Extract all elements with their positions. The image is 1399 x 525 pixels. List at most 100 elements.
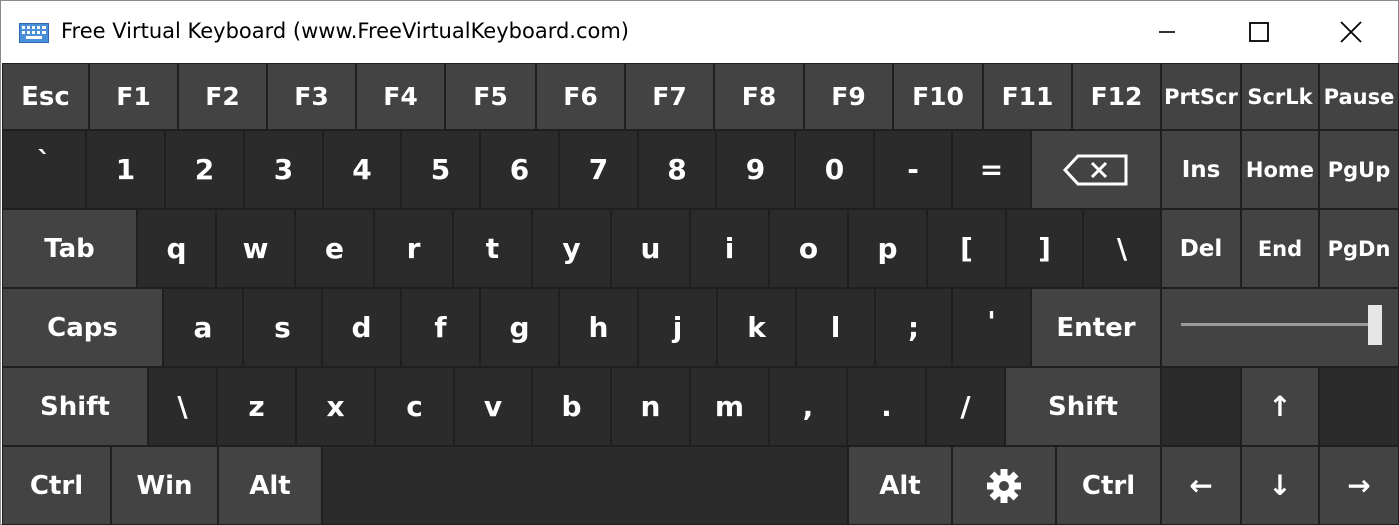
- key-f3[interactable]: F3: [267, 63, 356, 130]
- key-k[interactable]: k: [717, 288, 796, 367]
- key-backspace[interactable]: [1031, 130, 1161, 209]
- key-f7[interactable]: F7: [625, 63, 714, 130]
- key-space[interactable]: [322, 446, 848, 525]
- key-8[interactable]: 8: [638, 130, 716, 209]
- key-f1[interactable]: F1: [89, 63, 178, 130]
- key-f9[interactable]: F9: [804, 63, 893, 130]
- key-caps[interactable]: Caps: [2, 288, 163, 367]
- key-backslash-2[interactable]: \: [148, 367, 217, 446]
- slider-track[interactable]: [1181, 323, 1376, 326]
- key-minus[interactable]: -: [874, 130, 952, 209]
- key-i[interactable]: i: [690, 209, 769, 288]
- key-right-bracket[interactable]: ]: [1006, 209, 1083, 288]
- key-a[interactable]: a: [163, 288, 243, 367]
- key-t[interactable]: t: [453, 209, 532, 288]
- key-home[interactable]: Home: [1241, 130, 1319, 209]
- key-f2[interactable]: F2: [178, 63, 267, 130]
- key-period[interactable]: .: [847, 367, 926, 446]
- key-f10[interactable]: F10: [893, 63, 983, 130]
- key-equals[interactable]: =: [952, 130, 1031, 209]
- key-tab[interactable]: Tab: [2, 209, 137, 288]
- key-prtscr[interactable]: PrtScr: [1161, 63, 1241, 130]
- key-u[interactable]: u: [611, 209, 690, 288]
- key-left-alt[interactable]: Alt: [218, 446, 322, 525]
- settings-button[interactable]: [952, 446, 1056, 525]
- key-e[interactable]: e: [295, 209, 374, 288]
- close-icon: [1340, 21, 1362, 43]
- key-1[interactable]: 1: [86, 130, 165, 209]
- keyboard: Esc F1 F2 F3 F4 F5 F6 F7 F8 F9 F10 F11 F…: [2, 63, 1399, 525]
- key-7[interactable]: 7: [559, 130, 638, 209]
- key-semicolon[interactable]: ;: [875, 288, 952, 367]
- key-left-ctrl[interactable]: Ctrl: [2, 446, 111, 525]
- key-6[interactable]: 6: [480, 130, 559, 209]
- key-backtick[interactable]: `: [2, 130, 86, 209]
- key-comma[interactable]: ,: [769, 367, 847, 446]
- key-ins[interactable]: Ins: [1161, 130, 1241, 209]
- key-pgdn[interactable]: PgDn: [1319, 209, 1399, 288]
- key-3[interactable]: 3: [244, 130, 323, 209]
- key-h[interactable]: h: [559, 288, 638, 367]
- key-left-shift[interactable]: Shift: [2, 367, 148, 446]
- key-p[interactable]: p: [848, 209, 927, 288]
- key-f6[interactable]: F6: [536, 63, 625, 130]
- keyboard-icon: [19, 23, 49, 43]
- key-f11[interactable]: F11: [983, 63, 1072, 130]
- key-left-arrow[interactable]: ←: [1161, 446, 1241, 525]
- key-g[interactable]: g: [480, 288, 559, 367]
- key-down-arrow[interactable]: ↓: [1241, 446, 1319, 525]
- volume-slider[interactable]: [1161, 288, 1399, 367]
- key-w[interactable]: w: [216, 209, 295, 288]
- key-n[interactable]: n: [611, 367, 690, 446]
- key-quote[interactable]: ': [952, 288, 1031, 367]
- key-v[interactable]: v: [454, 367, 532, 446]
- slider-thumb[interactable]: [1368, 305, 1382, 345]
- maximize-button[interactable]: [1213, 1, 1305, 63]
- window-title: Free Virtual Keyboard (www.FreeVirtualKe…: [61, 19, 630, 43]
- key-0[interactable]: 0: [795, 130, 874, 209]
- key-right-ctrl[interactable]: Ctrl: [1056, 446, 1161, 525]
- key-9[interactable]: 9: [716, 130, 795, 209]
- key-up[interactable]: ↑: [1241, 367, 1319, 446]
- key-backslash[interactable]: \: [1083, 209, 1161, 288]
- key-j[interactable]: j: [638, 288, 717, 367]
- key-f8[interactable]: F8: [714, 63, 804, 130]
- key-slash[interactable]: /: [926, 367, 1005, 446]
- key-enter[interactable]: Enter: [1031, 288, 1161, 367]
- title-bar[interactable]: Free Virtual Keyboard (www.FreeVirtualKe…: [1, 1, 1398, 63]
- key-2[interactable]: 2: [165, 130, 244, 209]
- key-right-shift[interactable]: Shift: [1005, 367, 1161, 446]
- key-4[interactable]: 4: [323, 130, 401, 209]
- key-end[interactable]: End: [1241, 209, 1319, 288]
- key-scrlk[interactable]: ScrLk: [1241, 63, 1319, 130]
- key-right-arrow[interactable]: →: [1319, 446, 1399, 525]
- key-q[interactable]: q: [137, 209, 216, 288]
- key-d[interactable]: d: [322, 288, 401, 367]
- key-left-bracket[interactable]: [: [927, 209, 1006, 288]
- close-button[interactable]: [1305, 1, 1397, 63]
- key-b[interactable]: b: [532, 367, 611, 446]
- key-del[interactable]: Del: [1161, 209, 1241, 288]
- key-right-alt[interactable]: Alt: [848, 446, 952, 525]
- key-x[interactable]: x: [296, 367, 375, 446]
- key-esc[interactable]: Esc: [2, 63, 89, 130]
- key-f[interactable]: f: [401, 288, 480, 367]
- key-5[interactable]: 5: [401, 130, 480, 209]
- key-f12[interactable]: F12: [1072, 63, 1161, 130]
- minimize-button[interactable]: [1121, 1, 1213, 63]
- key-m[interactable]: m: [690, 367, 769, 446]
- gear-icon: [987, 468, 1021, 503]
- key-f4[interactable]: F4: [356, 63, 445, 130]
- backspace-icon: [1062, 154, 1128, 185]
- key-c[interactable]: c: [375, 367, 454, 446]
- key-o[interactable]: o: [769, 209, 848, 288]
- key-win[interactable]: Win: [111, 446, 218, 525]
- key-z[interactable]: z: [217, 367, 296, 446]
- key-pause[interactable]: Pause: [1319, 63, 1399, 130]
- key-s[interactable]: s: [243, 288, 322, 367]
- key-y[interactable]: y: [532, 209, 611, 288]
- key-l[interactable]: l: [796, 288, 875, 367]
- key-f5[interactable]: F5: [445, 63, 536, 130]
- key-r[interactable]: r: [374, 209, 453, 288]
- key-pgup[interactable]: PgUp: [1319, 130, 1399, 209]
